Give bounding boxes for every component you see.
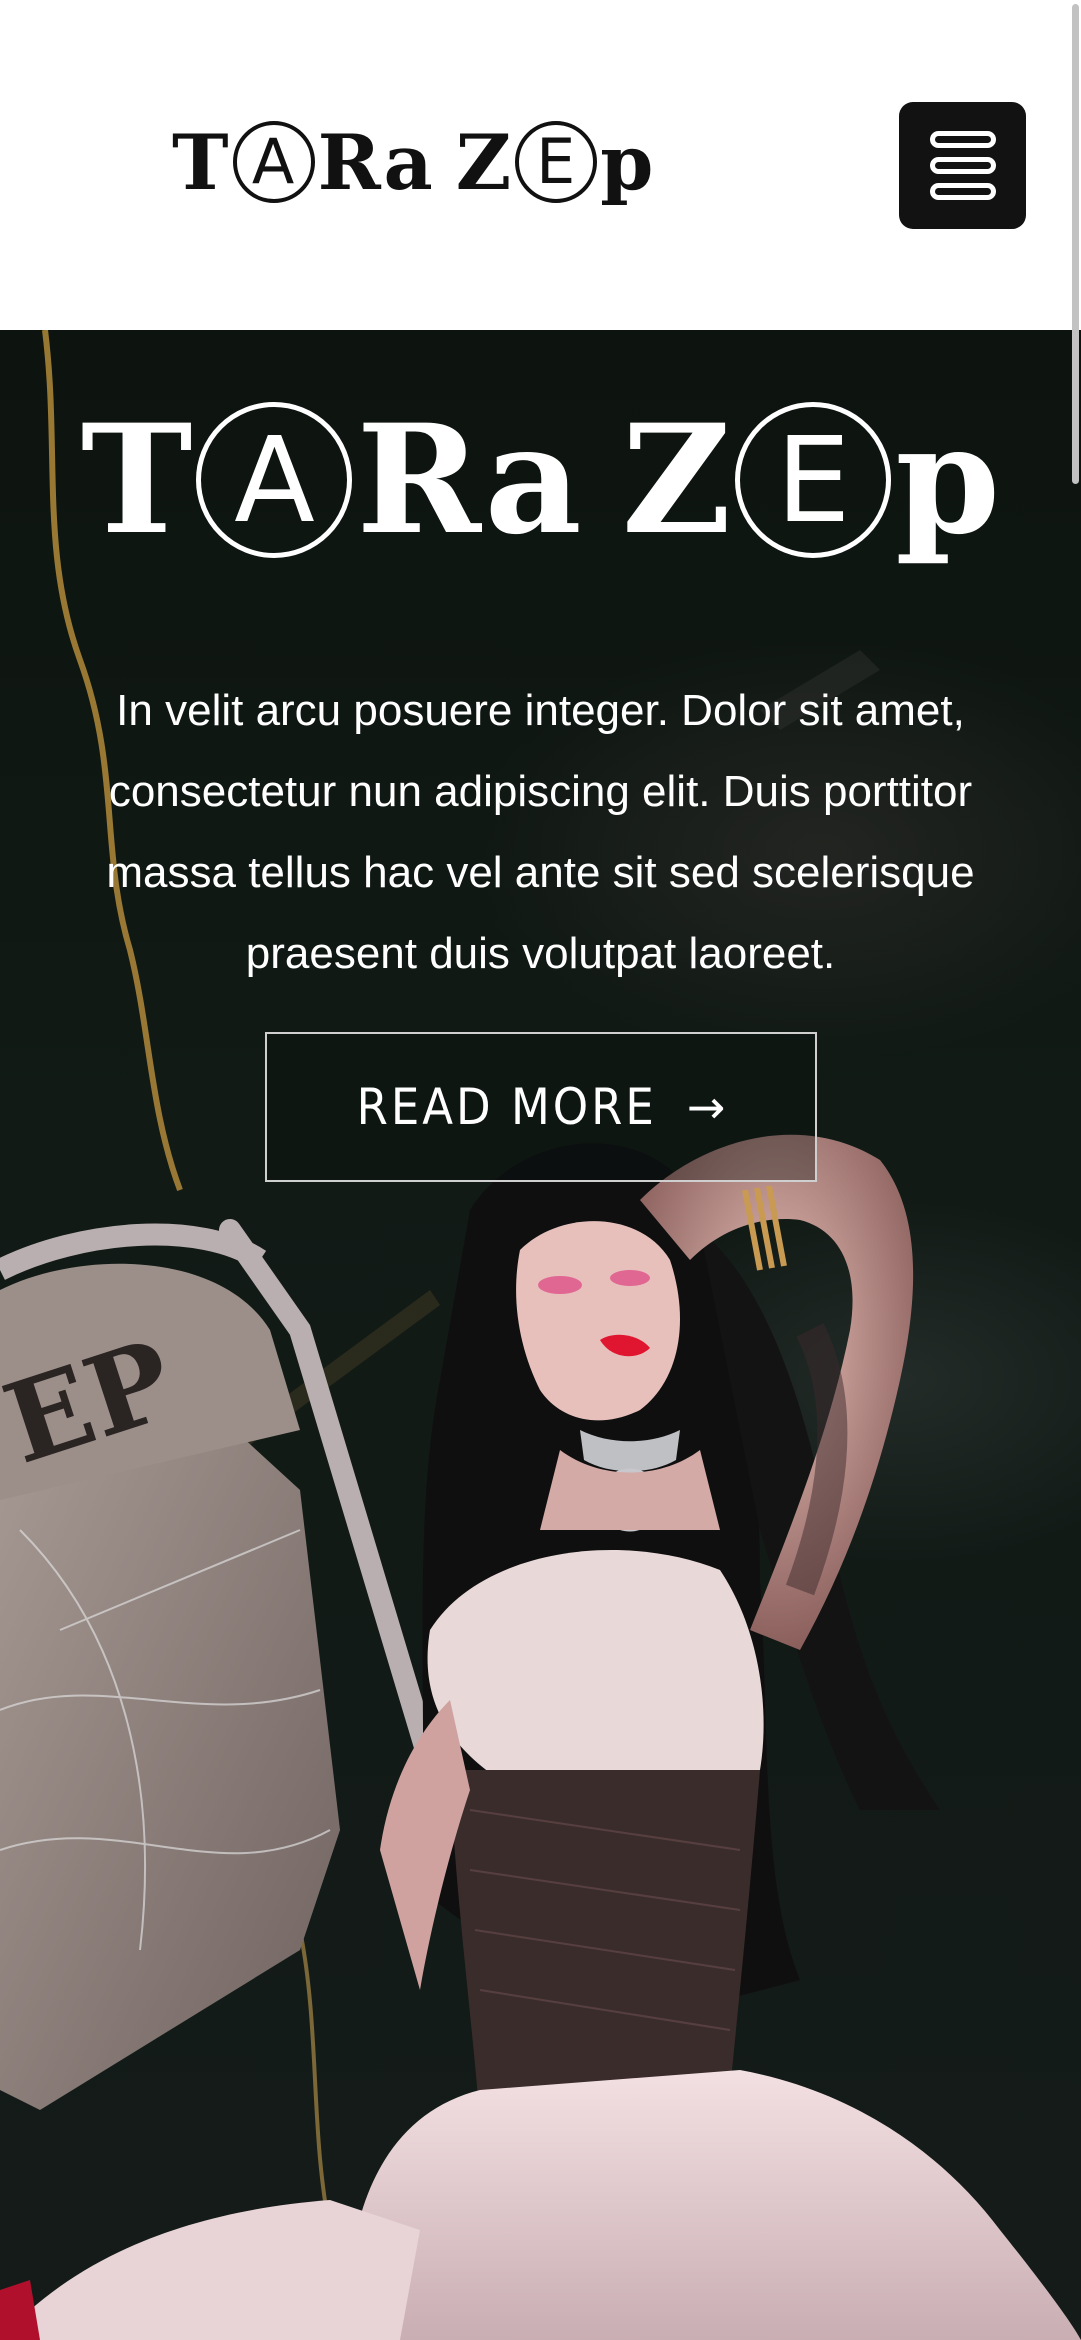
read-more-button[interactable]: READ MORE → bbox=[265, 1032, 817, 1182]
hero-title: T A Ra Z E p bbox=[0, 402, 1081, 558]
arrow-right-icon: → bbox=[686, 1080, 726, 1134]
logo-letter: Z bbox=[455, 117, 513, 207]
title-letter: p bbox=[895, 392, 1001, 568]
site-logo[interactable]: T A Ra Z E p bbox=[172, 112, 654, 212]
hero-background-image: EP bbox=[0, 330, 1081, 2340]
scrollbar-thumb[interactable] bbox=[1072, 4, 1079, 484]
title-letters: Ra bbox=[356, 392, 582, 568]
title-letter: Z bbox=[621, 392, 732, 568]
read-more-label: READ MORE bbox=[356, 1078, 657, 1136]
title-circled-letter: E bbox=[735, 402, 892, 558]
logo-letter: T bbox=[172, 117, 230, 207]
logo-letters: Ra bbox=[317, 117, 434, 207]
hamburger-menu-icon bbox=[929, 131, 996, 200]
hero-section: EP T A Ra Z E p In velit arcu posuere in… bbox=[0, 330, 1081, 2340]
logo-letter: p bbox=[600, 117, 655, 207]
page: T A Ra Z E p EP T A Ra Z E p In velit ar… bbox=[0, 0, 1081, 2340]
hero-description: In velit arcu posuere integer. Dolor sit… bbox=[106, 686, 975, 978]
title-circled-letter: A bbox=[196, 402, 353, 558]
menu-button[interactable] bbox=[899, 102, 1026, 229]
page-scrollbar[interactable] bbox=[1069, 0, 1081, 2340]
title-letter: T bbox=[80, 392, 193, 568]
logo-circled-letter: A bbox=[232, 121, 315, 203]
logo-circled-letter: E bbox=[515, 121, 598, 203]
site-header: T A Ra Z E p bbox=[0, 0, 1081, 330]
